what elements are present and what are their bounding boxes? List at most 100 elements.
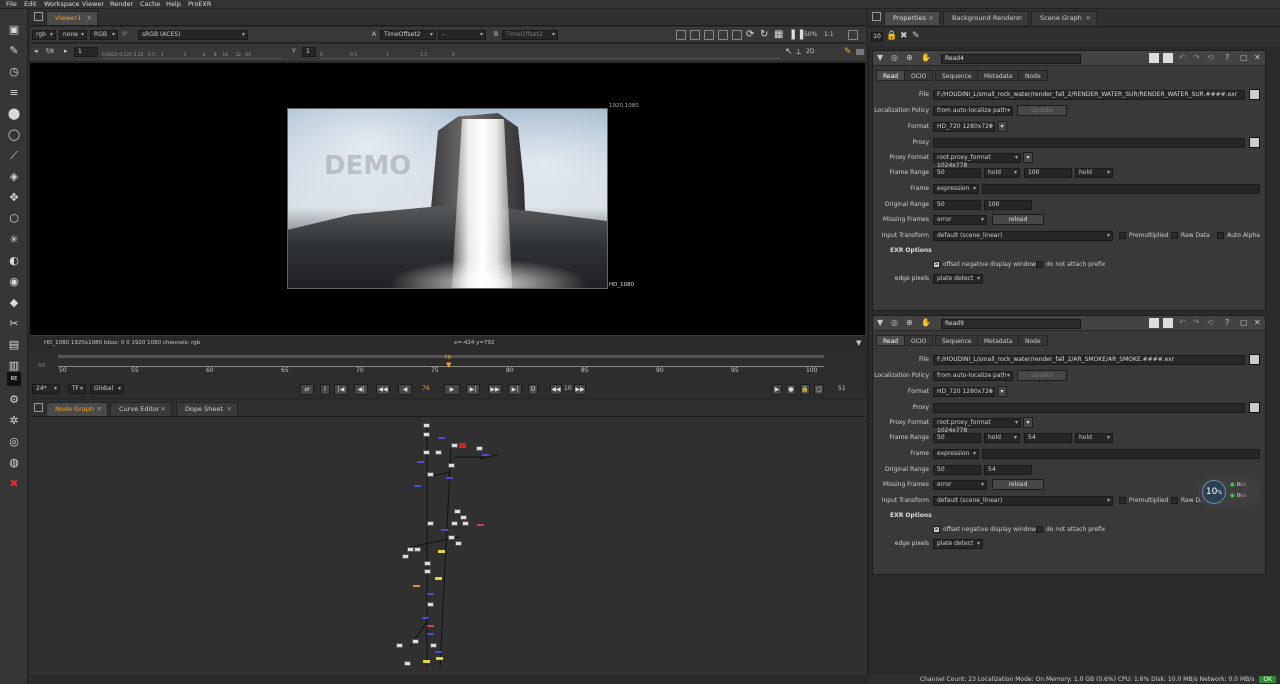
viewer-icon[interactable]: ⊕ [906, 53, 913, 62]
ratio-dropdown[interactable]: 1:1 [824, 30, 834, 40]
compare-op-dropdown[interactable]: - [438, 30, 486, 40]
format-menu-icon[interactable]: ▾ [997, 386, 1007, 397]
graph-node[interactable] [436, 657, 443, 660]
close-icon[interactable]: ✕ [97, 403, 102, 416]
pane-menu-icon[interactable] [34, 403, 43, 412]
graph-node[interactable] [441, 529, 448, 531]
center-icon[interactable]: ◎ [891, 53, 898, 62]
gain-arrow-icon[interactable]: ◂ [34, 47, 38, 55]
graph-node[interactable] [455, 541, 462, 546]
gamma-field[interactable]: 1 [302, 47, 316, 57]
lock-icon[interactable]: 🔒 [800, 384, 810, 395]
graph-node[interactable] [423, 423, 430, 428]
format-dropdown[interactable]: HD_720 1280x720 [933, 122, 995, 132]
edge-pixels-dropdown[interactable]: plate detect [933, 539, 983, 549]
original-range-end[interactable]: 54 [984, 465, 1032, 475]
performance-widget[interactable]: 10% ● 0K/s ● 0K/s [1198, 476, 1260, 508]
last-frame-icon[interactable]: ▶| [508, 384, 522, 395]
global-dropdown[interactable]: Global [90, 384, 124, 394]
proxy-format-dropdown[interactable]: root.proxy_format 1024x778 [933, 153, 1021, 169]
frame-range-start-mode[interactable]: hold [984, 433, 1020, 443]
tab-properties[interactable]: Properties ✕ [884, 11, 940, 25]
frame-range-end[interactable]: 54 [1024, 433, 1072, 443]
image-icon[interactable]: ▣ [7, 23, 21, 37]
subtab-node[interactable]: Node [1018, 70, 1048, 81]
undo-icon[interactable]: ↶ [1179, 318, 1186, 327]
subtab-ocio[interactable]: OCIO [904, 335, 934, 346]
furnace-icon[interactable]: ▥ [7, 359, 21, 373]
graph-node[interactable] [423, 450, 430, 455]
proxy-format-menu-icon[interactable]: ▾ [1023, 152, 1033, 163]
graph-node[interactable] [435, 577, 442, 580]
menu-workspace[interactable]: Workspace [44, 0, 80, 9]
update-button[interactable]: Update [1017, 370, 1067, 381]
graph-node[interactable] [438, 550, 445, 553]
tab-viewer1[interactable]: Viewer1 ✕ [46, 11, 98, 25]
undo-icon[interactable]: ↶ [1179, 53, 1186, 62]
tab-dope-sheet[interactable]: Dope Sheet ✕ [176, 402, 238, 416]
deep-icon[interactable]: ◐ [7, 254, 21, 268]
proxy-field[interactable] [933, 403, 1245, 413]
frame-mode-dropdown[interactable]: expression [933, 184, 979, 194]
plugin5-icon[interactable]: ✖ [7, 477, 21, 491]
file-field[interactable]: F:/HOUDINI_L/small_rock_water/render_fal… [933, 355, 1245, 365]
input-transform-dropdown[interactable]: default (scene_linear) [933, 496, 1113, 506]
transform-icon[interactable]: ✥ [7, 191, 21, 205]
next-increment-icon[interactable]: ▶▶ [488, 384, 502, 395]
mask-icon[interactable] [704, 30, 714, 40]
color-picker-icon[interactable]: ✎ [844, 47, 852, 57]
plugin4-icon[interactable]: ◍ [7, 456, 21, 470]
graph-node[interactable] [435, 450, 442, 455]
missing-frames-dropdown[interactable]: error [933, 480, 987, 490]
zoom-dropdown[interactable]: 50% [804, 30, 817, 40]
premultiplied-checkbox[interactable] [1119, 232, 1126, 239]
graph-node[interactable] [427, 602, 434, 607]
tab-scene-graph[interactable]: Scene Graph ✕ [1031, 11, 1097, 25]
pencil-icon[interactable]: ✎ [912, 31, 920, 41]
node-icon[interactable]: ✋ [921, 318, 931, 327]
re-vision-icon[interactable]: RE [7, 372, 21, 386]
prev-key-icon[interactable]: ◀| [354, 384, 368, 395]
color-swatch2-icon[interactable] [1163, 53, 1173, 63]
color-icon[interactable]: ⬤ [7, 107, 21, 121]
flipbook-icon[interactable]: ▶ [772, 384, 782, 395]
plugin3-icon[interactable]: ◎ [7, 435, 21, 449]
graph-node[interactable] [423, 432, 430, 437]
subtab-sequence[interactable]: Sequence [935, 70, 979, 81]
color-swatch2-icon[interactable] [1163, 318, 1173, 328]
plugin-icon[interactable]: ⚙ [7, 393, 21, 407]
range-icon[interactable]: ▢ [814, 384, 824, 395]
input-a-dropdown[interactable]: TimeOffset2 [380, 30, 436, 40]
tab-node-graph[interactable]: Node Graph ✕ [46, 402, 108, 416]
next-frame-icon[interactable]: ▶| [466, 384, 480, 395]
play-icon[interactable]: ▶ [444, 384, 460, 395]
input-b-dropdown[interactable]: TimeOffset2 [502, 30, 558, 40]
graph-node[interactable] [482, 454, 489, 456]
in-point-icon[interactable]: I [320, 384, 330, 395]
fullframe-icon[interactable] [848, 30, 858, 40]
frame-expression-field[interactable] [982, 449, 1260, 459]
alpha-dropdown[interactable]: none [59, 30, 87, 40]
max-panels-field[interactable]: 10 [871, 32, 883, 42]
subtab-node[interactable]: Node [1018, 335, 1048, 346]
pointer-icon[interactable]: ↖ [785, 47, 793, 57]
menu-edit[interactable]: Edit [24, 0, 37, 9]
graph-node[interactable] [412, 639, 419, 644]
frame-range-start[interactable]: 50 [933, 168, 981, 178]
graph-node[interactable] [423, 660, 430, 663]
subtab-metadata[interactable]: Metadata [977, 335, 1020, 346]
graph-node[interactable] [451, 521, 458, 526]
clip-icon[interactable]: ▦ [774, 29, 783, 40]
redo-icon[interactable]: ↷ [1193, 53, 1200, 62]
channel-icon[interactable]: ≡ [7, 86, 21, 100]
graph-node[interactable] [402, 554, 409, 559]
node-name-field[interactable]: Read9 [941, 319, 1081, 329]
graph-node[interactable] [424, 561, 431, 566]
graph-node[interactable] [451, 443, 458, 448]
revert-icon[interactable]: ⟲ [1207, 53, 1214, 62]
subtab-read[interactable]: Read [876, 70, 906, 81]
refresh-icon[interactable]: ↻ [760, 29, 768, 40]
folder-icon[interactable] [1249, 89, 1260, 100]
tab-curve-editor[interactable]: Curve Editor ✕ [110, 402, 172, 416]
format-menu-icon[interactable]: ▾ [997, 121, 1007, 132]
